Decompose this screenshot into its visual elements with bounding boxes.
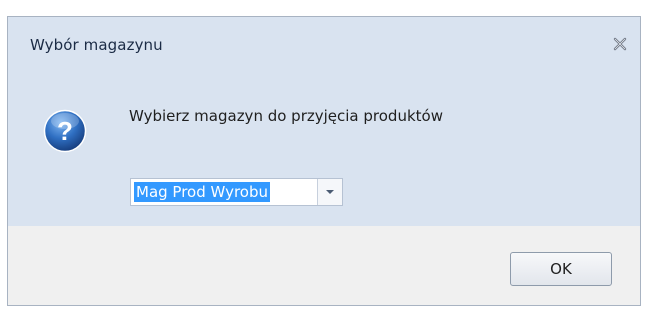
dialog-window: Wybór magazynu ? Wybierz magazyn do przy… bbox=[7, 16, 641, 306]
dialog-footer: OK bbox=[8, 226, 640, 305]
title-bar: Wybór magazynu bbox=[8, 17, 640, 67]
dropdown-button[interactable] bbox=[317, 179, 342, 205]
ok-button[interactable]: OK bbox=[510, 252, 612, 286]
dialog-content: ? Wybierz magazyn do przyjęcia produktów… bbox=[8, 67, 640, 226]
close-icon bbox=[613, 37, 627, 51]
warehouse-select[interactable]: Mag Prod Wyrobu bbox=[130, 178, 343, 206]
svg-text:?: ? bbox=[57, 116, 73, 146]
window-title: Wybór magazynu bbox=[30, 36, 163, 54]
chevron-down-icon bbox=[326, 190, 334, 194]
prompt-text: Wybierz magazyn do przyjęcia produktów bbox=[129, 107, 443, 125]
close-button[interactable] bbox=[611, 35, 629, 53]
question-icon: ? bbox=[43, 109, 87, 153]
warehouse-select-value[interactable]: Mag Prod Wyrobu bbox=[134, 182, 270, 202]
